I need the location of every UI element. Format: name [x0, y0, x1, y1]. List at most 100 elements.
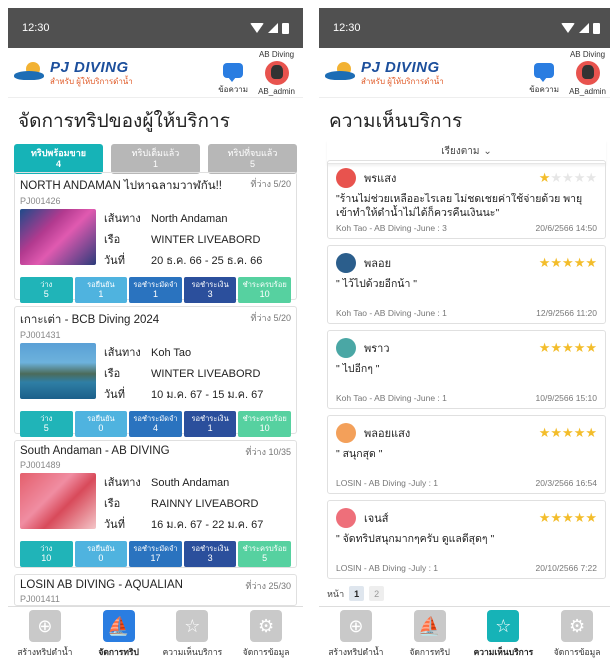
nav-reviews[interactable]: ☆ ความเห็นบริการ	[467, 607, 541, 662]
signal-icon	[579, 23, 589, 33]
stat-awaiting-payment[interactable]: รอชำระเงิน 1	[183, 411, 237, 437]
trip-card[interactable]: เกาะเต่า - BCB Diving 2024 ที่ว่าง 5/20 …	[14, 306, 297, 437]
reviews-screen: 12:30 PJ DIVING สำหรับ ผู้ให้บริการดำน้ำ…	[319, 8, 610, 662]
review-card[interactable]: พรแสง ★★★★★ "ร้านไม่ช่วยเหลืออะไรเลย ไม่ชด…	[327, 160, 606, 239]
stat-awaiting-payment[interactable]: รอชำระเงิน 3	[183, 541, 237, 567]
wifi-icon	[250, 23, 264, 33]
status-time: 12:30	[22, 22, 50, 34]
trip-availability: ที่ว่าง 10/35	[245, 447, 291, 457]
avatar	[336, 168, 356, 188]
trip-date: 20 ธ.ค. 66 - 25 ธ.ค. 66	[151, 255, 263, 267]
reviewer-name: พรแสง	[364, 173, 397, 185]
review-text: " จัดทริปสนุกมากๆครับ ดูแลดีสุดๆ "	[336, 533, 495, 545]
star-icon: ★	[585, 425, 597, 440]
logo-icon	[325, 61, 357, 84]
user-settings-icon: ⚙	[561, 610, 594, 642]
review-card[interactable]: พลอย ★★★★★ " ไว้ไปด้วยอีกน้า " Koh Tao - AB…	[327, 245, 606, 324]
date-label: วันที่	[104, 255, 125, 267]
review-text: "ร้านไม่ช่วยเหลืออะไรเลย ไม่ชดเชยค่าใช้จ…	[336, 193, 583, 219]
messages-button[interactable]: ข้อความ	[529, 62, 559, 96]
tab-finished[interactable]: ทริปที่จบแล้ว 5	[208, 144, 297, 174]
trip-date: 10 ม.ค. 67 - 15 ม.ค. 67	[151, 389, 264, 401]
boat-label: เรือ	[104, 498, 121, 510]
review-card[interactable]: พราว ★★★★★ " ไปอีกๆ " Koh Tao - AB Diving -…	[327, 330, 606, 409]
user-menu[interactable]: AB Diving AB_admin	[258, 50, 295, 96]
stat-awaiting-confirm[interactable]: รอยืนยัน 0	[74, 541, 128, 567]
nav-label: จัดการทริป	[409, 647, 450, 657]
trip-card[interactable]: South Andaman - AB DIVING ที่ว่าง 10/35 …	[14, 440, 297, 568]
stat-awaiting-deposit[interactable]: รอชำระมัดจำ 17	[129, 541, 182, 567]
nav-manage-trips[interactable]: ⛵ จัดการทริป	[82, 607, 156, 662]
stat-paid[interactable]: ชำระครบร้อย 10	[238, 411, 291, 437]
booking-stats: ว่าง 5 รอยืนยัน 0 รอชำระมัดจำ 4 รอชำระเงิน 1…	[20, 411, 291, 437]
star-icon: ★	[573, 510, 586, 525]
stat-free[interactable]: ว่าง 5	[20, 411, 73, 437]
boat-icon: ⛵	[413, 610, 446, 642]
trip-card[interactable]: NORTH ANDAMAN ไปหาฉลามวาฬกัน!! ที่ว่าง 5…	[14, 172, 297, 303]
stat-paid[interactable]: ชำระครบร้อย 5	[238, 541, 291, 567]
brand-subtitle: สำหรับ ผู้ให้บริการดำน้ำ	[50, 76, 133, 86]
nav-manage-trips[interactable]: ⛵ จัดการทริป	[393, 607, 467, 662]
trip-card[interactable]: LOSIN AB DIVING - AQUALIAN ที่ว่าง 25/30…	[14, 574, 297, 606]
stat-free[interactable]: ว่าง 10	[20, 541, 73, 567]
trip-name: NORTH ANDAMAN ไปหาฉลามวาฬกัน!!	[20, 180, 222, 192]
stat-awaiting-confirm[interactable]: รอยืนยัน 1	[74, 277, 128, 303]
status-bar: 12:30	[8, 8, 303, 48]
stat-awaiting-confirm[interactable]: รอยืนยัน 0	[74, 411, 128, 437]
trip-name: LOSIN AB DIVING - AQUALIAN	[20, 579, 183, 591]
user-menu[interactable]: AB Diving AB_admin	[569, 50, 606, 96]
review-trip: LOSIN - AB Diving -July : 1	[336, 478, 439, 488]
user-name: AB_admin	[258, 86, 295, 96]
trip-management-screen: 12:30 PJ DIVING สำหรับ ผู้ให้บริการดำน้ำ…	[8, 8, 303, 662]
brand-title: PJ DIVING	[361, 58, 440, 76]
stat-free[interactable]: ว่าง 5	[20, 277, 73, 303]
bottom-nav: ⊕ สร้างทริปดำน้ำ ⛵ จัดการทริป ☆ ความเห็น…	[319, 606, 610, 662]
trip-list: NORTH ANDAMAN ไปหาฉลามวาฬกัน!! ที่ว่าง 5…	[8, 172, 303, 606]
page-1-button[interactable]: 1	[349, 586, 365, 601]
date-label: วันที่	[104, 519, 125, 531]
boat-label: เรือ	[104, 368, 121, 380]
review-card[interactable]: พลอยแสง ★★★★★ " สนุกสุด " LOSIN - AB Diving…	[327, 415, 606, 494]
pagination: หน้า 1 2	[327, 586, 385, 601]
nav-create-trip[interactable]: ⊕ สร้างทริปดำน้ำ	[8, 607, 82, 662]
reviewer-name: พลอย	[364, 258, 392, 270]
star-icon: ★	[573, 170, 586, 185]
reviewer-name: พราว	[364, 343, 390, 355]
trip-code: PJ001489	[20, 460, 61, 470]
star-icon: ★	[562, 170, 574, 185]
brand-logo[interactable]: PJ DIVING สำหรับ ผู้ให้บริการดำน้ำ	[14, 60, 164, 86]
star-icon: ☆	[487, 610, 520, 642]
avatar	[336, 508, 356, 528]
tab-ready-to-sell[interactable]: ทริปพร้อมขาย 4	[14, 144, 103, 174]
nav-manage-data[interactable]: ⚙ จัดการข้อมูล	[229, 607, 303, 662]
nav-manage-data[interactable]: ⚙ จัดการข้อมูล	[540, 607, 610, 662]
trip-availability: ที่ว่าง 5/20	[250, 313, 291, 323]
nav-reviews[interactable]: ☆ ความเห็นบริการ	[156, 607, 230, 662]
battery-icon	[282, 22, 289, 34]
star-icon: ★	[573, 425, 586, 440]
star-icon: ★	[550, 255, 563, 270]
trip-name: South Andaman - AB DIVING	[20, 445, 170, 457]
tab-full[interactable]: ทริปเต็มแล้ว 1	[111, 144, 200, 174]
page-2-button[interactable]: 2	[369, 586, 385, 601]
trip-name: เกาะเต่า - BCB Diving 2024	[20, 314, 160, 326]
user-settings-icon: ⚙	[250, 610, 283, 642]
messages-button[interactable]: ข้อความ	[218, 62, 248, 96]
brand-logo[interactable]: PJ DIVING สำหรับ ผู้ให้บริการดำน้ำ	[325, 60, 475, 86]
stat-awaiting-payment[interactable]: รอชำระเงิน 3	[183, 277, 237, 303]
trip-date: 16 ม.ค. 67 - 22 ม.ค. 67	[151, 519, 264, 531]
avatar	[575, 60, 600, 85]
stat-paid[interactable]: ชำระครบร้อย 10	[238, 277, 291, 303]
stat-awaiting-deposit[interactable]: รอชำระมัดจำ 4	[129, 411, 182, 437]
reviewer-name: พลอยแสง	[364, 428, 411, 440]
trip-route: South Andaman	[151, 477, 230, 489]
star-icon: ★	[550, 170, 563, 185]
stat-awaiting-deposit[interactable]: รอชำระมัดจำ 1	[129, 277, 182, 303]
review-card[interactable]: เจนส์ ★★★★★ " จัดทริปสนุกมากๆครับ ดูแลดีสุ…	[327, 500, 606, 579]
nav-label: สร้างทริปดำน้ำ	[328, 647, 384, 657]
status-time: 12:30	[333, 22, 361, 34]
nav-create-trip[interactable]: ⊕ สร้างทริปดำน้ำ	[319, 607, 393, 662]
trip-code: PJ001426	[20, 196, 61, 206]
route-label: เส้นทาง	[104, 477, 141, 489]
review-datetime: 10/9/2566 15:10	[535, 393, 597, 403]
